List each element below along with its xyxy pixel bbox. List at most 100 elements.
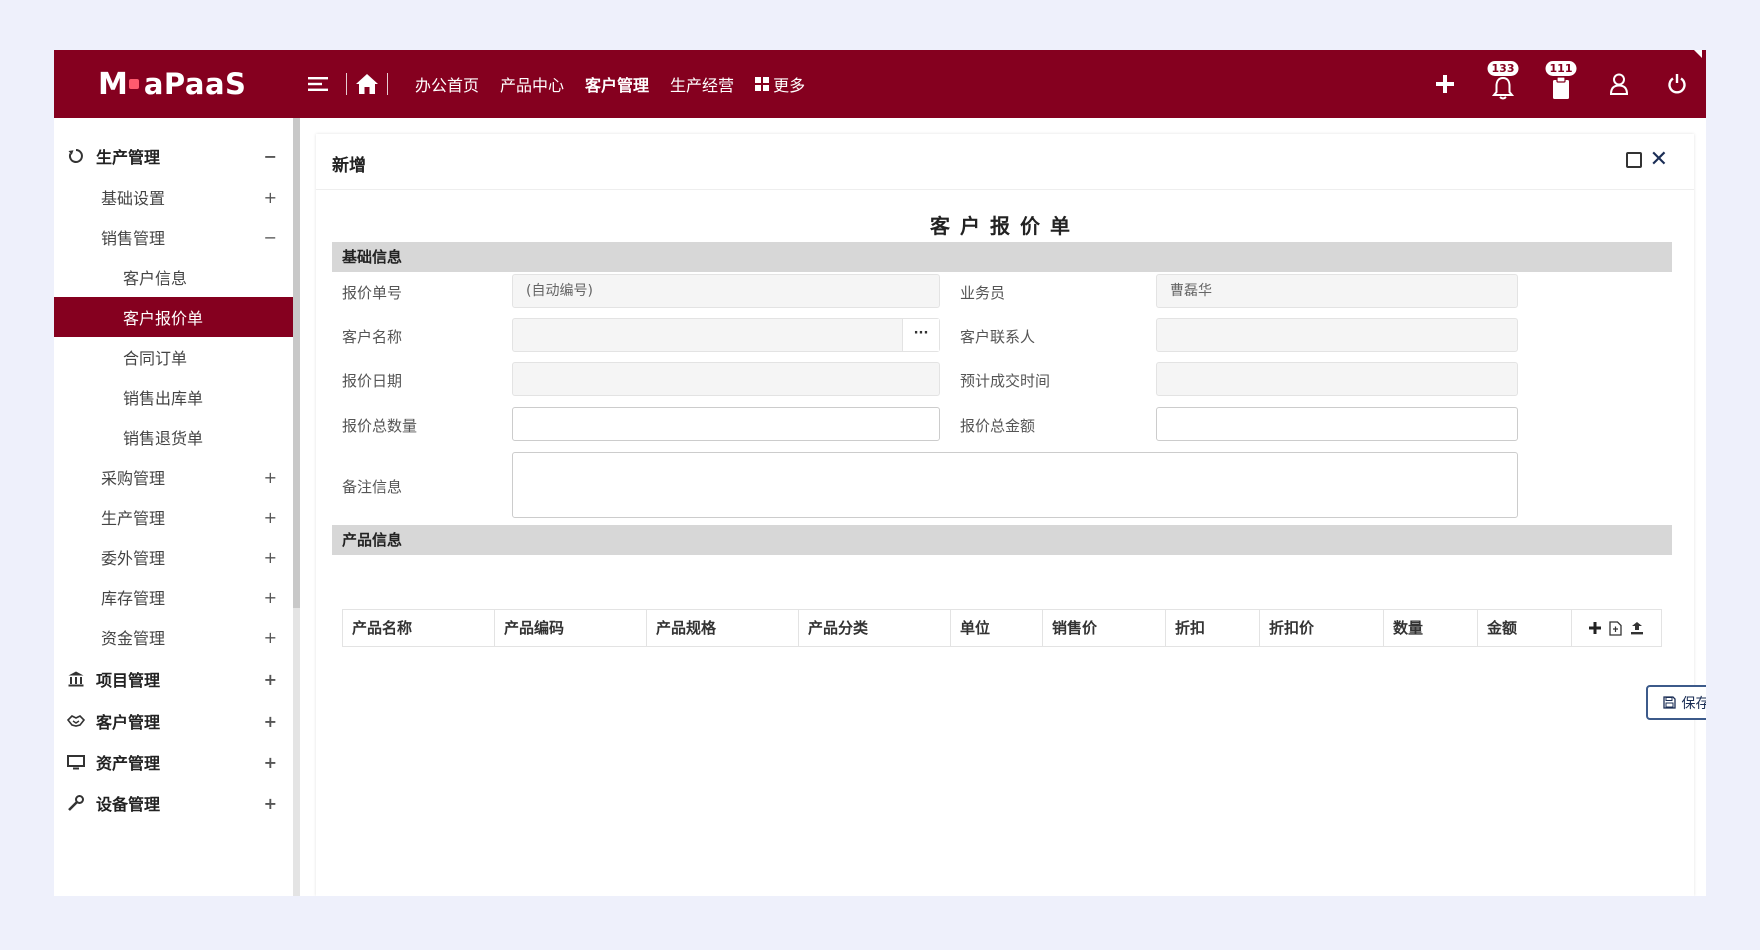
add-row-icon[interactable] (1589, 622, 1601, 634)
remarks-label: 备注信息 (342, 478, 403, 496)
expand-toggle[interactable]: + (264, 508, 277, 527)
close-icon[interactable]: ✕ (1650, 147, 1668, 172)
handshake-icon (66, 714, 86, 728)
customer-lookup-button[interactable]: ··· (902, 319, 939, 351)
sidebar-item-basic-settings[interactable]: 基础设置 + (54, 177, 293, 217)
sidebar-item-sales-management[interactable]: 销售管理 − (54, 217, 293, 257)
sidebar-item-customer-management[interactable]: 客户管理 + (54, 701, 293, 741)
column-header-discount: 折扣 (1166, 610, 1260, 646)
panel-header: 新增 ✕ (316, 134, 1694, 190)
table-actions (1572, 610, 1661, 646)
sidebar-item-fund-management[interactable]: 资金管理 + (54, 617, 293, 657)
nav-divider (387, 73, 388, 95)
bank-icon (66, 671, 86, 687)
nav-item-customer-management[interactable]: 客户管理 (585, 72, 649, 96)
column-header-discount-price: 折扣价 (1260, 610, 1384, 646)
expected-deal-time-label: 预计成交时间 (960, 372, 1051, 390)
clipboard-icon (1553, 76, 1569, 99)
expand-toggle[interactable]: + (264, 753, 277, 772)
sidebar-item-production-management-sub[interactable]: 生产管理 + (54, 497, 293, 537)
column-header-unit: 单位 (951, 610, 1043, 646)
sidebar-item-customer-quotation[interactable]: 客户报价单 (54, 297, 293, 337)
nav-item-more[interactable]: 更多 (755, 72, 805, 96)
logo-mark: M (98, 67, 144, 102)
collapse-toggle[interactable]: − (264, 228, 277, 247)
expand-toggle[interactable]: + (264, 794, 277, 813)
recycle-icon (66, 148, 86, 164)
sidebar-item-outsourcing-management[interactable]: 委外管理 + (54, 537, 293, 577)
expand-toggle[interactable]: + (264, 628, 277, 647)
column-header-product-name: 产品名称 (343, 610, 495, 646)
sidebar-item-sales-return[interactable]: 销售退货单 (54, 417, 293, 457)
customer-contact-field[interactable] (1156, 318, 1518, 352)
expand-toggle[interactable]: + (264, 588, 277, 607)
sidebar-item-contract-orders[interactable]: 合同订单 (54, 337, 293, 377)
nav-divider (346, 73, 347, 95)
logout-button[interactable] (1648, 50, 1706, 118)
messages-badge: 111 (1545, 61, 1577, 76)
floppy-disk-icon (1662, 696, 1676, 709)
nav-item-production-operations[interactable]: 生产经营 (670, 72, 734, 96)
total-qty-input[interactable] (512, 407, 940, 441)
section-product-info: 产品信息 (332, 525, 1672, 555)
quote-date-label: 报价日期 (342, 372, 403, 390)
user-icon (1609, 73, 1629, 95)
quotation-form-panel: 新增 ✕ 客户报价单 基础信息 报价单号 (自动编号) 业务员 曹磊华 客户名称… (316, 134, 1706, 896)
main-nav: 办公首页 产品中心 客户管理 生产经营 更多 (304, 50, 805, 118)
column-header-product-category: 产品分类 (799, 610, 951, 646)
power-icon (1668, 74, 1686, 94)
form-title: 客户报价单 (930, 214, 1080, 238)
sidebar-item-sales-outbound[interactable]: 销售出库单 (54, 377, 293, 417)
salesperson-label: 业务员 (960, 284, 1006, 302)
maximize-icon[interactable] (1626, 152, 1642, 168)
wrench-icon (66, 795, 86, 811)
plus-icon (1436, 75, 1454, 93)
grid-icon (755, 77, 770, 91)
total-qty-label: 报价总数量 (342, 417, 418, 435)
sidebar-item-asset-management[interactable]: 资产管理 + (54, 742, 293, 782)
column-header-product-code: 产品编码 (495, 610, 647, 646)
logo-text: aPaaS (143, 67, 247, 101)
user-profile-button[interactable] (1590, 50, 1648, 118)
product-table-header: 产品名称 产品编码 产品规格 产品分类 单位 销售价 折扣 折扣价 数量 金额 (342, 609, 1662, 647)
topbar-actions: 133 111 (1416, 50, 1706, 118)
salesperson-field[interactable]: 曹磊华 (1156, 274, 1518, 308)
expand-toggle[interactable]: + (264, 670, 277, 689)
nav-item-office-home[interactable]: 办公首页 (415, 72, 479, 96)
customer-name-field[interactable]: ··· (512, 318, 940, 352)
expected-deal-time-field[interactable] (1156, 362, 1518, 396)
save-button[interactable]: 保存 (1646, 685, 1706, 720)
home-icon[interactable] (353, 70, 381, 98)
quote-no-field[interactable]: (自动编号) (512, 274, 940, 308)
quote-no-label: 报价单号 (342, 284, 403, 302)
remarks-textarea[interactable] (512, 452, 1518, 518)
monitor-icon (66, 754, 86, 770)
expand-toggle[interactable]: + (264, 548, 277, 567)
save-button-label: 保存 (1681, 695, 1707, 712)
export-icon[interactable] (1630, 621, 1644, 635)
expand-toggle[interactable]: + (264, 468, 277, 487)
expand-toggle[interactable]: + (264, 188, 277, 207)
notifications-badge: 133 (1487, 61, 1519, 76)
sidebar-item-purchase-management[interactable]: 采购管理 + (54, 457, 293, 497)
sidebar-item-project-management[interactable]: 项目管理 + (54, 659, 293, 699)
column-header-quantity: 数量 (1384, 610, 1478, 646)
import-file-icon[interactable] (1609, 620, 1622, 636)
sidebar-item-inventory-management[interactable]: 库存管理 + (54, 577, 293, 617)
notifications-button[interactable]: 133 (1474, 50, 1532, 118)
expand-toggle[interactable]: + (264, 712, 277, 731)
quote-date-field[interactable] (512, 362, 940, 396)
menu-toggle-icon[interactable] (304, 70, 332, 98)
sidebar-item-equipment-management[interactable]: 设备管理 + (54, 783, 293, 823)
total-amount-input[interactable] (1156, 407, 1518, 441)
collapse-toggle[interactable]: − (264, 147, 277, 166)
add-button[interactable] (1416, 50, 1474, 118)
messages-button[interactable]: 111 (1532, 50, 1590, 118)
sidebar-scrollbar-thumb[interactable] (293, 118, 300, 608)
brand-logo[interactable]: M aPaaS (98, 64, 246, 104)
nav-item-product-center[interactable]: 产品中心 (500, 72, 564, 96)
app-window: M aPaaS 办公首页 产品中心 客户管理 生产经营 更多 133 111 生… (54, 50, 1706, 896)
sidebar-scrollbar[interactable] (293, 118, 300, 896)
sidebar-item-production-management[interactable]: 生产管理 − (54, 136, 293, 176)
sidebar-item-customer-info[interactable]: 客户信息 (54, 257, 293, 297)
